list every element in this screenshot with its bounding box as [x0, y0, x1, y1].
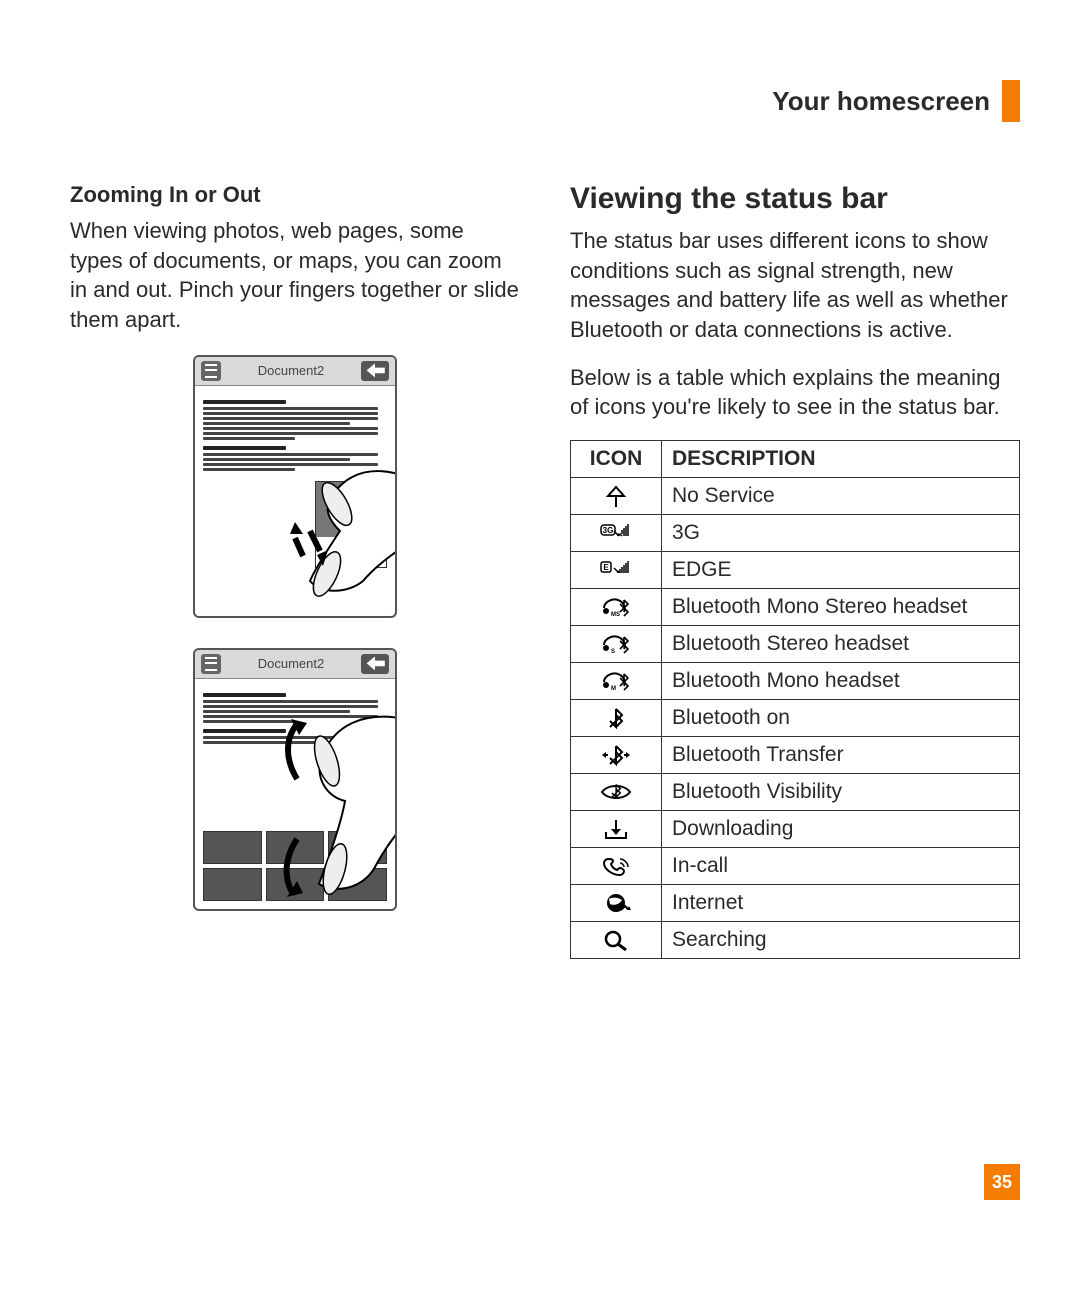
table-row: 3G — [571, 515, 1020, 552]
bt-m-icon: M — [571, 663, 662, 700]
bt-vis-icon — [571, 774, 662, 811]
page-header: Your homescreen — [70, 80, 1020, 122]
table-row: Internet — [571, 885, 1020, 922]
col-header-description: DESCRIPTION — [662, 441, 1020, 478]
table-row: Searching — [571, 922, 1020, 959]
svg-text:S: S — [611, 649, 615, 655]
bt-on-icon — [571, 700, 662, 737]
table-row: Bluetooth Visibility — [571, 774, 1020, 811]
table-row: Downloading — [571, 811, 1020, 848]
table-row: Bluetooth on — [571, 700, 1020, 737]
icon-description: Bluetooth Stereo headset — [662, 626, 1020, 663]
table-row: S Bluetooth Stereo headset — [571, 626, 1020, 663]
table-row: EDGE — [571, 552, 1020, 589]
page-number: 35 — [984, 1164, 1020, 1200]
icon-description: EDGE — [662, 552, 1020, 589]
mock-doc-title: Document2 — [227, 363, 355, 378]
right-column: Viewing the status bar The status bar us… — [570, 182, 1020, 959]
table-row: No Service — [571, 478, 1020, 515]
section-accent — [1002, 80, 1020, 122]
no-service-icon — [571, 478, 662, 515]
zoom-body-text: When viewing photos, web pages, some typ… — [70, 216, 520, 335]
icon-description: Bluetooth on — [662, 700, 1020, 737]
status-icon-table: ICON DESCRIPTION No Service3GEDGEMSBluet… — [570, 440, 1020, 959]
menu-icon — [201, 361, 221, 381]
3g-icon — [571, 515, 662, 552]
icon-description: No Service — [662, 478, 1020, 515]
svg-text:MS: MS — [611, 612, 620, 618]
section-label: Your homescreen — [772, 86, 990, 117]
svg-text:M: M — [611, 686, 616, 692]
table-row: Bluetooth Transfer — [571, 737, 1020, 774]
search-icon — [571, 922, 662, 959]
zoom-heading: Zooming In or Out — [70, 182, 520, 208]
menu-icon — [201, 654, 221, 674]
icon-description: In-call — [662, 848, 1020, 885]
zoom-illustration-spread-out: Document2 — [193, 648, 397, 911]
in-call-icon — [571, 848, 662, 885]
status-bar-heading: Viewing the status bar — [570, 182, 1020, 216]
icon-description: Downloading — [662, 811, 1020, 848]
icon-description: Searching — [662, 922, 1020, 959]
left-column: Zooming In or Out When viewing photos, w… — [70, 182, 520, 959]
icon-description: Bluetooth Mono headset — [662, 663, 1020, 700]
table-row: M Bluetooth Mono headset — [571, 663, 1020, 700]
bt-s-icon: S — [571, 626, 662, 663]
icon-description: Bluetooth Mono Stereo headset — [662, 589, 1020, 626]
back-icon — [361, 654, 389, 674]
icon-description: Bluetooth Visibility — [662, 774, 1020, 811]
back-icon — [361, 361, 389, 381]
edge-icon — [571, 552, 662, 589]
mock-photo — [315, 481, 387, 568]
table-row: MS Bluetooth Mono Stereo headset — [571, 589, 1020, 626]
status-bar-para1: The status bar uses different icons to s… — [570, 226, 1020, 345]
zoom-illustration-pinch-in: Document2 — [193, 355, 397, 618]
internet-icon — [571, 885, 662, 922]
icon-description: Bluetooth Transfer — [662, 737, 1020, 774]
bt-transfer-icon — [571, 737, 662, 774]
mock-doc-title: Document2 — [227, 656, 355, 671]
table-row: In-call — [571, 848, 1020, 885]
icon-description: Internet — [662, 885, 1020, 922]
bt-ms-icon: MS — [571, 589, 662, 626]
col-header-icon: ICON — [571, 441, 662, 478]
icon-description: 3G — [662, 515, 1020, 552]
download-icon — [571, 811, 662, 848]
status-bar-para2: Below is a table which explains the mean… — [570, 363, 1020, 422]
